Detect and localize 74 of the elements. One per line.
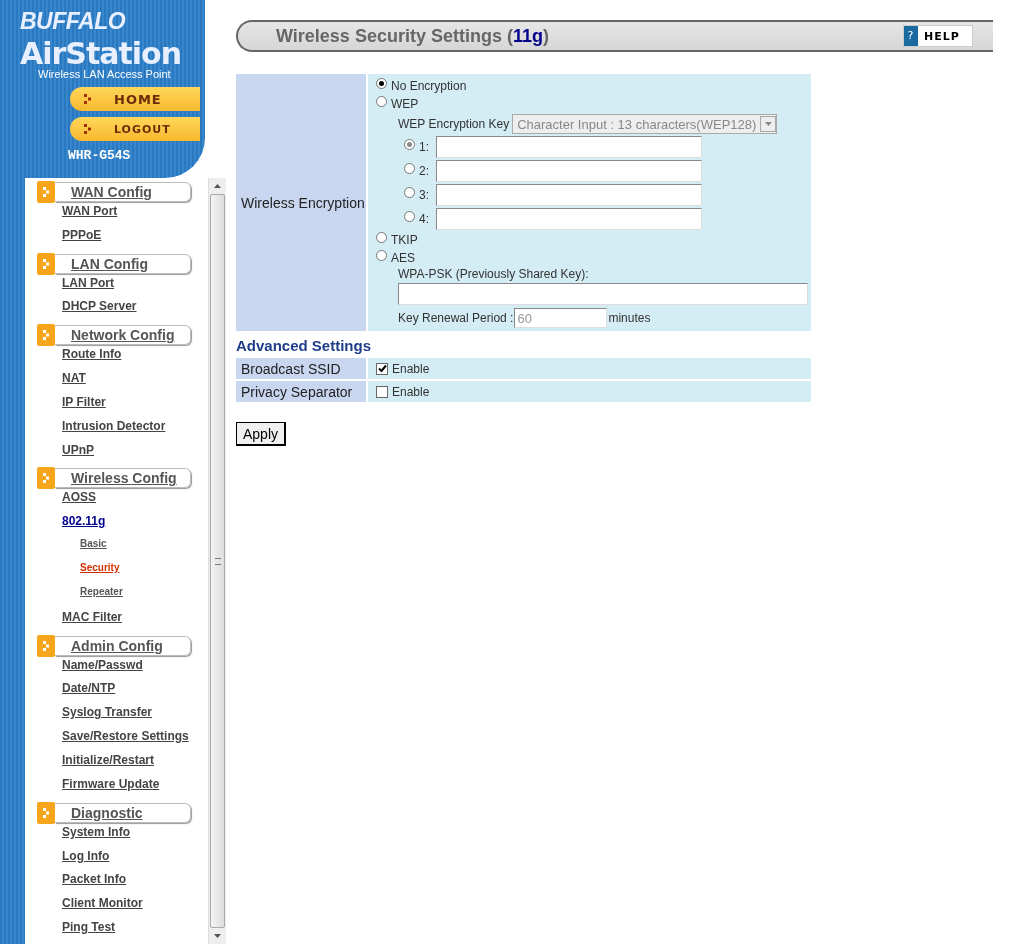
section-header-link[interactable]: LAN Config xyxy=(55,253,191,274)
sidebar-link[interactable]: UPnP xyxy=(37,442,94,467)
chevron-icon xyxy=(84,124,92,134)
arrow-tile-icon xyxy=(37,801,55,824)
arrow-tile-icon xyxy=(37,252,55,275)
sidebar-link[interactable]: Date/NTP xyxy=(37,681,116,706)
key-radio[interactable]: 3: xyxy=(404,186,430,204)
key-radio[interactable]: 2: xyxy=(404,162,430,180)
page-title: Wireless Security Settings (11g) xyxy=(276,25,549,47)
radio-option[interactable]: TKIP xyxy=(376,231,811,249)
sidebar-sublink[interactable]: Basic xyxy=(37,538,107,562)
dropdown-caret-icon xyxy=(764,122,772,126)
sidebar-link[interactable]: Syslog Transfer xyxy=(37,705,153,730)
field-label: WPA-PSK (Previously Shared Key): xyxy=(398,267,590,281)
sidebar-link[interactable]: LAN Port xyxy=(37,275,114,300)
scroll-down-icon[interactable] xyxy=(214,934,221,938)
radio-option[interactable]: WEP xyxy=(376,95,811,113)
section-header-link[interactable]: Wireless Config xyxy=(55,468,191,489)
input-field[interactable] xyxy=(436,208,702,230)
section-header-link[interactable]: Admin Config xyxy=(55,635,191,656)
sidebar-link[interactable]: Save/Restore Settings xyxy=(37,729,189,753)
apply-button[interactable]: Apply xyxy=(236,422,287,446)
sidebar-link[interactable]: Firmware Update xyxy=(37,776,160,801)
section-heading: Advanced Settings xyxy=(236,337,373,354)
radio-option[interactable]: AES xyxy=(376,249,811,267)
field-label: WEP Encryption Key xyxy=(398,117,510,131)
section-header-link[interactable]: Diagnostic xyxy=(55,802,191,823)
arrow-tile-icon xyxy=(37,467,55,490)
input-field[interactable] xyxy=(436,136,702,158)
sidebar-link[interactable]: 802.11g xyxy=(37,514,106,539)
sidebar-link[interactable]: Intrusion Detector xyxy=(37,418,166,443)
input-field[interactable] xyxy=(436,160,702,182)
help-button[interactable]: ? HELP xyxy=(903,25,973,47)
sidebar-sublink[interactable]: Security xyxy=(37,562,120,586)
sidebar-link[interactable]: NAT xyxy=(37,371,86,395)
nav-button[interactable]: LOGOUT xyxy=(70,117,200,141)
sidebar-link[interactable]: PPPoE xyxy=(37,227,102,252)
section-header-link[interactable]: WAN Config xyxy=(55,181,191,202)
sidebar-link[interactable]: Name/Passwd xyxy=(37,657,143,682)
sidebar-link[interactable]: IP Filter xyxy=(37,394,106,419)
sidebar-link[interactable]: Packet Info xyxy=(37,872,127,897)
nav-button[interactable]: HOME xyxy=(70,87,200,111)
sidebar-link[interactable]: Log Info xyxy=(37,848,110,873)
scroll-up-icon[interactable] xyxy=(214,184,221,188)
scrollbar[interactable] xyxy=(208,178,226,944)
field-label: Broadcast SSID xyxy=(236,358,366,379)
sidebar-link[interactable]: WAN Port xyxy=(37,203,118,228)
field-label: Key Renewal Period : xyxy=(398,311,514,325)
sidebar-link[interactable]: MAC Filter xyxy=(37,609,122,634)
arrow-tile-icon xyxy=(37,634,55,657)
input-field[interactable] xyxy=(436,184,702,206)
arrow-tile-icon xyxy=(37,324,55,347)
key-radio[interactable]: 4: xyxy=(404,210,430,228)
tagline: Wireless LAN Access Point xyxy=(38,68,171,80)
brand-logo: BUFFALO xyxy=(20,8,126,35)
input-field[interactable] xyxy=(398,283,808,305)
sidebar-sublink[interactable]: Repeater xyxy=(37,585,123,610)
sidebar-link[interactable]: DHCP Server xyxy=(37,299,137,324)
unit-label: minutes xyxy=(608,311,651,325)
radio-option[interactable]: No Encryption xyxy=(376,77,811,95)
model-name: WHR-G54S xyxy=(68,148,131,163)
field-label: Wireless Encryption xyxy=(236,74,366,331)
sidebar-link[interactable]: Initialize/Restart xyxy=(37,753,155,777)
sidebar-link[interactable]: Route Info xyxy=(37,347,122,371)
checkmark-icon xyxy=(377,364,387,373)
field-label: Privacy Separator xyxy=(236,381,366,402)
section-header-link[interactable]: Network Config xyxy=(55,325,191,346)
chevron-icon xyxy=(84,94,92,104)
product-logo: AirStation xyxy=(20,38,182,70)
key-radio[interactable]: 1: xyxy=(404,138,430,156)
sidebar-link[interactable]: Ping Test xyxy=(37,920,116,944)
sidebar-link[interactable]: Client Monitor xyxy=(37,896,143,921)
sidebar-link[interactable]: AOSS xyxy=(37,490,96,515)
sidebar-link[interactable]: System Info xyxy=(37,824,130,849)
